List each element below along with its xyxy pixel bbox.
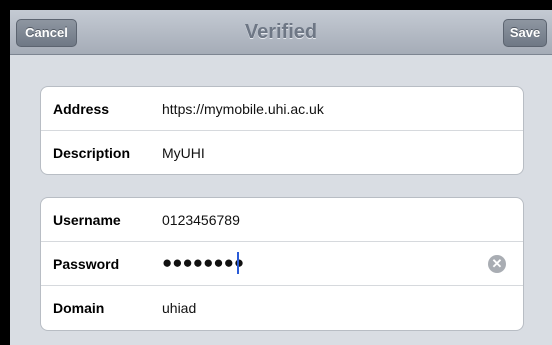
- username-label: Username: [53, 212, 121, 228]
- password-row[interactable]: Password ●●●●●●●● ✕: [41, 242, 523, 286]
- password-label: Password: [53, 256, 120, 272]
- clear-field-icon[interactable]: ✕: [488, 255, 506, 273]
- domain-label: Domain: [53, 300, 105, 316]
- description-label: Description: [53, 145, 131, 161]
- address-label: Address: [53, 101, 110, 117]
- server-settings-group: Address https://mymobile.uhi.ac.uk Descr…: [40, 86, 524, 175]
- page-title: Verified: [244, 21, 318, 43]
- domain-field[interactable]: uhiad: [162, 300, 196, 316]
- username-field[interactable]: 0123456789: [162, 212, 240, 228]
- account-credentials-group: Username 0123456789 Password ●●●●●●●● ✕ …: [40, 197, 524, 331]
- account-settings-screen: Cancel Verified Save Address https://mym…: [10, 10, 552, 345]
- save-button[interactable]: Save: [503, 19, 547, 47]
- password-field[interactable]: ●●●●●●●●: [162, 253, 244, 273]
- address-row[interactable]: Address https://mymobile.uhi.ac.uk: [41, 87, 523, 131]
- description-field[interactable]: MyUHI: [162, 145, 205, 161]
- navigation-bar: Cancel Verified Save: [10, 10, 552, 55]
- device-frame: Cancel Verified Save Address https://mym…: [0, 0, 552, 345]
- description-row[interactable]: Description MyUHI: [41, 131, 523, 174]
- address-field[interactable]: https://mymobile.uhi.ac.uk: [162, 101, 324, 117]
- text-cursor-icon: [237, 252, 239, 274]
- username-row[interactable]: Username 0123456789: [41, 198, 523, 242]
- domain-row[interactable]: Domain uhiad: [41, 286, 523, 330]
